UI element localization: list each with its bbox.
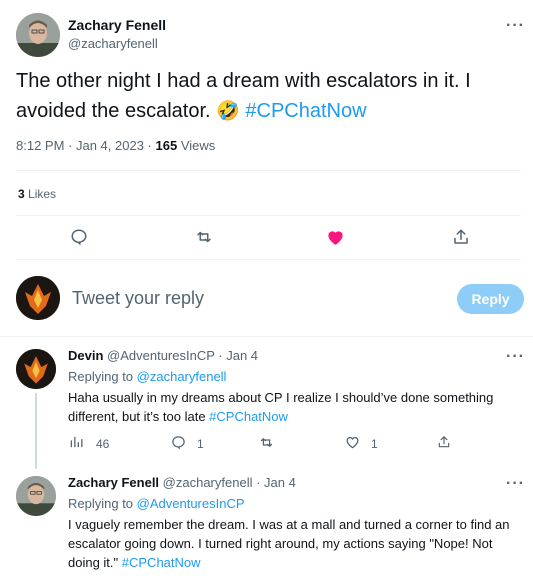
meta-separator-2: ·	[143, 138, 156, 153]
views-label: Views	[177, 138, 216, 153]
thread-line	[35, 393, 37, 469]
views-count: 165	[155, 138, 178, 153]
reply-author-handle[interactable]: @AdventuresInCP	[107, 348, 215, 363]
likes-stat[interactable]: 3 Likes	[18, 187, 56, 201]
hashtag-link[interactable]: #CPChatNow	[122, 555, 201, 570]
hashtag-link[interactable]: #CPChatNow	[209, 409, 288, 424]
reply-header: Devin @AdventuresInCP · Jan 4	[68, 348, 258, 363]
like-heart-icon[interactable]	[344, 434, 360, 450]
meta-separator: ·	[64, 138, 76, 153]
reply-header: Zachary Fenell @zacharyfenell · Jan 4	[68, 475, 296, 490]
divider	[0, 336, 533, 337]
retweet-icon[interactable]	[257, 434, 275, 450]
retweet-icon[interactable]	[193, 226, 215, 248]
tweet-text: The other night I had a dream with escal…	[16, 66, 521, 127]
reply-button[interactable]: Reply	[457, 284, 524, 314]
share-icon[interactable]	[450, 226, 472, 248]
more-options-icon[interactable]: ···	[506, 349, 525, 365]
likes-count: 3	[18, 187, 25, 201]
tweet-meta: 8:12 PM · Jan 4, 2023 · 165 Views	[16, 138, 215, 153]
rofl-emoji-icon: 🤣	[216, 101, 240, 122]
reply-body: I vaguely remember the dream. I was at a…	[68, 515, 520, 572]
reply-avatar[interactable]	[16, 476, 56, 516]
reply-input[interactable]: Tweet your reply	[72, 288, 204, 309]
reply-icon[interactable]	[68, 226, 90, 248]
composer-avatar	[16, 276, 60, 320]
reply-author-handle[interactable]: @zacharyfenell	[163, 475, 253, 490]
tweet-time[interactable]: 8:12 PM	[16, 138, 64, 153]
reply-author-name[interactable]: Zachary Fenell	[68, 475, 159, 490]
reply-date[interactable]: · Jan 4	[215, 348, 258, 363]
reply-body: Haha usually in my dreams about CP I rea…	[68, 388, 518, 426]
reply-author-name[interactable]: Devin	[68, 348, 103, 363]
reply-date[interactable]: · Jan 4	[252, 475, 296, 490]
reply-avatar[interactable]	[16, 349, 56, 389]
tweet-text-body: The other night I had a dream with escal…	[16, 70, 471, 122]
more-options-icon[interactable]: ···	[506, 476, 525, 492]
author-name[interactable]: Zachary Fenell	[68, 17, 166, 33]
views-icon[interactable]	[68, 434, 84, 450]
views-count: 46	[96, 437, 110, 451]
divider	[16, 259, 521, 260]
comment-count: 1	[197, 437, 204, 451]
more-options-icon[interactable]: ···	[506, 18, 525, 34]
replying-to-link[interactable]: @AdventuresInCP	[137, 496, 245, 511]
like-count: 1	[371, 437, 378, 451]
share-icon[interactable]	[436, 434, 452, 450]
replying-to-label: Replying to	[68, 496, 137, 511]
likes-label: Likes	[24, 187, 57, 201]
tweet-date[interactable]: Jan 4, 2023	[76, 138, 144, 153]
hashtag-link[interactable]: #CPChatNow	[245, 100, 366, 122]
replying-to-label: Replying to	[68, 369, 137, 384]
replying-to-link[interactable]: @zacharyfenell	[137, 369, 227, 384]
author-handle[interactable]: @zacharyfenell	[68, 36, 158, 51]
like-heart-icon[interactable]	[324, 226, 346, 248]
divider	[16, 215, 521, 216]
divider	[16, 170, 521, 171]
replying-to: Replying to @zacharyfenell	[68, 369, 226, 384]
author-avatar[interactable]	[16, 13, 60, 57]
replying-to: Replying to @AdventuresInCP	[68, 496, 245, 511]
comment-icon[interactable]	[170, 434, 186, 450]
